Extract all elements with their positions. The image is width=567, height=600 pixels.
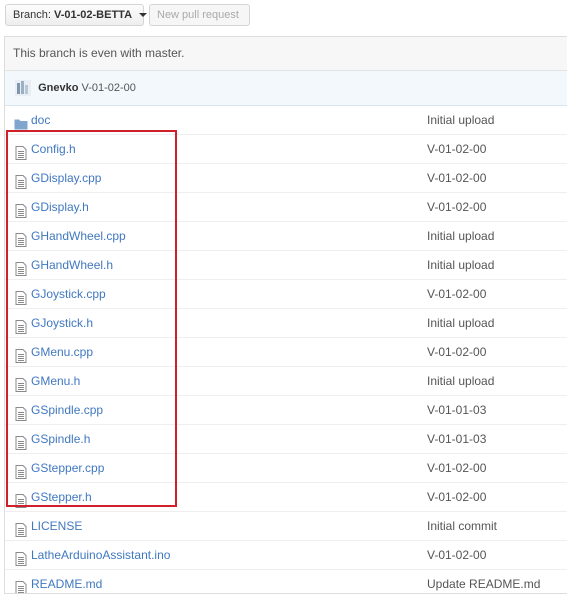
file-name-link[interactable]: GStepper.h [31, 483, 92, 511]
new-pull-request-button[interactable]: New pull request [149, 4, 250, 26]
file-icon [14, 229, 28, 247]
file-icon [14, 548, 28, 566]
commit-message-link[interactable]: V-01-02-00 [427, 135, 486, 163]
latest-commit-bar: Gnevko V-01-02-00 [5, 71, 567, 106]
file-icon [14, 519, 28, 537]
commit-message-link[interactable]: V-01-01-03 [427, 396, 486, 424]
caret-down-icon [139, 13, 148, 18]
file-row: GStepper.cpp V-01-02-00 [5, 454, 567, 483]
file-name-link[interactable]: doc [31, 106, 50, 134]
file-name-link[interactable]: GSpindle.h [31, 425, 90, 453]
branch-prefix-label: Branch: [13, 9, 51, 21]
commit-message-link[interactable]: Initial upload [427, 309, 494, 337]
file-name-link[interactable]: GHandWheel.cpp [31, 222, 126, 250]
file-name-link[interactable]: GStepper.cpp [31, 454, 104, 482]
file-row: GStepper.h V-01-02-00 [5, 483, 567, 512]
file-icon [14, 490, 28, 508]
file-row: LICENSE Initial commit [5, 512, 567, 541]
file-name-link[interactable]: GDisplay.cpp [31, 164, 101, 192]
file-name-link[interactable]: GMenu.h [31, 367, 80, 395]
commit-message-link[interactable]: Initial upload [427, 106, 494, 134]
file-name-link[interactable]: GJoystick.h [31, 309, 93, 337]
file-icon [14, 432, 28, 450]
file-name-link[interactable]: GMenu.cpp [31, 338, 93, 366]
file-row: LatheArduinoAssistant.ino V-01-02-00 [5, 541, 567, 570]
commit-message-link[interactable]: Update README.md [427, 570, 540, 593]
commit-message-link[interactable]: Initial upload [427, 222, 494, 250]
file-name-link[interactable]: GJoystick.cpp [31, 280, 106, 308]
file-row: GDisplay.cpp V-01-02-00 [5, 164, 567, 193]
file-browser: This branch is even with master. Gnevko … [4, 36, 567, 594]
file-icon [14, 374, 28, 392]
commit-message-link[interactable]: V-01-02-00 [427, 193, 486, 221]
file-list: doc Initial upload Config.h V-01-02-00 GDisp… [5, 106, 567, 593]
file-row: README.md Update README.md [5, 570, 567, 593]
commit-message-link[interactable]: V-01-02-00 [427, 164, 486, 192]
file-name-link[interactable]: GDisplay.h [31, 193, 89, 221]
file-icon [14, 258, 28, 276]
file-row: GHandWheel.h Initial upload [5, 251, 567, 280]
commit-message-link[interactable]: V-01-02-00 [427, 483, 486, 511]
avatar-icon [15, 80, 31, 97]
file-name-link[interactable]: README.md [31, 570, 102, 593]
file-row: GMenu.cpp V-01-02-00 [5, 338, 567, 367]
file-name-link[interactable]: LatheArduinoAssistant.ino [31, 541, 170, 569]
file-icon [14, 200, 28, 218]
file-icon [14, 287, 28, 305]
commit-message-link[interactable]: Initial upload [427, 251, 494, 279]
file-row: GSpindle.h V-01-01-03 [5, 425, 567, 454]
file-icon [14, 461, 28, 479]
file-icon [14, 403, 28, 421]
commit-message-link[interactable]: Initial commit [427, 512, 497, 540]
branch-selector-button[interactable]: Branch: V-01-02-BETTA [5, 4, 148, 26]
file-icon [14, 316, 28, 334]
file-icon [14, 345, 28, 363]
commit-message-link[interactable]: V-01-02-00 [427, 338, 486, 366]
file-row: GDisplay.h V-01-02-00 [5, 193, 567, 222]
commit-message-link[interactable]: V-01-02-00 [427, 454, 486, 482]
commit-message-link[interactable]: V-01-01-03 [427, 425, 486, 453]
file-name-link[interactable]: Config.h [31, 135, 76, 163]
commit-message[interactable]: V-01-02-00 [81, 82, 135, 94]
file-row: GSpindle.cpp V-01-01-03 [5, 396, 567, 425]
file-icon [14, 171, 28, 189]
file-row: GJoystick.cpp V-01-02-00 [5, 280, 567, 309]
folder-icon [14, 113, 28, 130]
file-name-link[interactable]: LICENSE [31, 512, 82, 540]
file-row: GHandWheel.cpp Initial upload [5, 222, 567, 251]
file-row: GMenu.h Initial upload [5, 367, 567, 396]
commit-message-link[interactable]: Initial upload [427, 367, 494, 395]
file-row: doc Initial upload [5, 106, 567, 135]
branch-status: This branch is even with master. [5, 37, 567, 71]
file-icon [14, 142, 28, 160]
file-icon [14, 577, 28, 593]
file-row: GJoystick.h Initial upload [5, 309, 567, 338]
file-name-link[interactable]: GHandWheel.h [31, 251, 113, 279]
commit-message-link[interactable]: V-01-02-00 [427, 280, 486, 308]
branch-name-label: V-01-02-BETTA [53, 9, 133, 21]
file-name-link[interactable]: GSpindle.cpp [31, 396, 103, 424]
commit-author[interactable]: Gnevko [38, 82, 78, 94]
commit-message-link[interactable]: V-01-02-00 [427, 541, 486, 569]
file-row: Config.h V-01-02-00 [5, 135, 567, 164]
